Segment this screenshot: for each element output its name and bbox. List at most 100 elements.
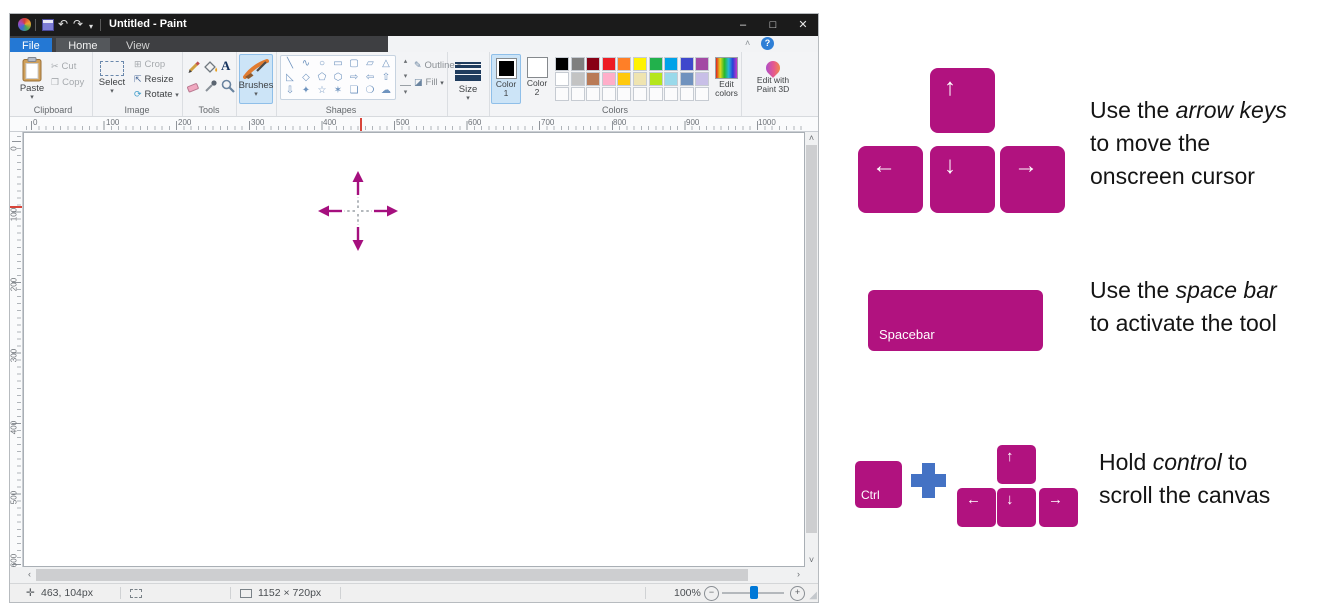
scroll-up-icon[interactable]: ˄ — [805, 132, 818, 145]
help-icon[interactable]: ? — [761, 37, 774, 50]
rotate-button[interactable]: ⟳ Rotate ▾ — [134, 89, 179, 100]
color-swatch-empty[interactable] — [617, 87, 632, 101]
vertical-scrollbar[interactable]: ˄ ˅ — [805, 132, 818, 567]
color-swatch-empty[interactable] — [601, 87, 616, 101]
color-swatch[interactable] — [555, 72, 569, 86]
zoom-slider-thumb[interactable] — [750, 586, 758, 599]
shape-icon[interactable]: ▢ — [346, 57, 362, 71]
fill-tool-button[interactable] — [203, 59, 219, 80]
color-swatch[interactable] — [648, 72, 663, 86]
color-swatch[interactable] — [586, 72, 601, 86]
zoom-slider[interactable] — [722, 586, 784, 599]
zoom-out-button[interactable]: − — [704, 586, 719, 601]
scroll-right-icon[interactable]: › — [792, 568, 805, 581]
shape-icon[interactable]: ☆ — [314, 84, 330, 98]
color1-button[interactable]: Color 1 — [491, 54, 521, 104]
color-swatch-empty[interactable] — [555, 87, 569, 101]
shape-icon[interactable]: ○ — [314, 57, 330, 71]
shape-icon[interactable]: ⇦ — [362, 71, 378, 85]
undo-icon[interactable]: ↶ — [58, 17, 68, 31]
quick-access-dropdown-icon[interactable]: ▾ — [89, 20, 93, 34]
color-swatch[interactable] — [648, 57, 663, 71]
shape-icon[interactable]: ⬠ — [314, 71, 330, 85]
size-button[interactable]: Size ▾ — [451, 54, 485, 104]
shape-icon[interactable]: ◺ — [282, 71, 298, 85]
color-swatch[interactable] — [601, 72, 616, 86]
color-swatch[interactable] — [664, 72, 679, 86]
fill-button[interactable]: ◪ Fill ▾ — [414, 77, 444, 88]
copy-button[interactable]: ❐ Copy — [51, 77, 84, 88]
color-swatch[interactable] — [679, 72, 694, 86]
shapes-scroll-down[interactable]: ▾ — [400, 70, 411, 84]
shape-icon[interactable]: △ — [378, 57, 394, 71]
color-swatch[interactable] — [570, 57, 585, 71]
color-swatch[interactable] — [695, 57, 710, 71]
color-swatch-empty[interactable] — [679, 87, 694, 101]
color-swatch[interactable] — [695, 72, 710, 86]
shape-icon[interactable]: ✶ — [330, 84, 346, 98]
pencil-tool-button[interactable] — [186, 59, 202, 80]
crop-button[interactable]: ⊞ Crop — [134, 59, 165, 70]
minimize-button[interactable]: – — [728, 14, 758, 36]
zoom-in-button[interactable]: + — [790, 586, 805, 601]
scroll-left-icon[interactable]: ‹ — [23, 568, 36, 581]
select-button[interactable]: Select ▾ — [94, 54, 130, 104]
cut-button[interactable]: ✂ Cut — [51, 61, 76, 72]
shape-icon[interactable]: ╲ — [282, 57, 298, 71]
paste-button[interactable]: Paste ▾ — [16, 54, 48, 104]
color-swatch-empty[interactable] — [632, 87, 647, 101]
eyedropper-tool-button[interactable] — [203, 78, 219, 99]
shape-icon[interactable]: ⇩ — [282, 84, 298, 98]
vertical-scroll-thumb[interactable] — [806, 145, 817, 533]
color-swatch-empty[interactable] — [695, 87, 710, 101]
shape-icon[interactable]: ❏ — [346, 84, 362, 98]
color-swatch[interactable] — [617, 57, 632, 71]
color-swatch-empty[interactable] — [586, 87, 601, 101]
shape-icon[interactable]: ❍ — [362, 84, 378, 98]
shape-icon[interactable]: ◇ — [298, 71, 314, 85]
shape-icon[interactable]: ⇨ — [346, 71, 362, 85]
color2-button[interactable]: Color 2 — [522, 54, 552, 104]
shape-icon[interactable]: ▱ — [362, 57, 378, 71]
text-tool-button[interactable]: A — [221, 58, 230, 74]
divider — [645, 587, 646, 599]
cut-icon: ✂ — [51, 61, 59, 71]
shapes-scroll-up[interactable]: ▴ — [400, 55, 411, 69]
redo-icon[interactable]: ↷ — [73, 17, 83, 31]
shape-icon[interactable]: ⬡ — [330, 71, 346, 85]
color-swatch[interactable] — [601, 57, 616, 71]
brushes-button[interactable]: Brushes ▾ — [239, 54, 273, 104]
color-swatch-empty[interactable] — [648, 87, 663, 101]
section-colors: Color 1 Color 2 Edit colors Colors — [489, 52, 742, 116]
scroll-down-icon[interactable]: ˅ — [805, 554, 818, 567]
color-swatch[interactable] — [632, 72, 647, 86]
collapse-ribbon-icon[interactable]: ˄ — [745, 38, 750, 48]
color-swatch[interactable] — [586, 57, 601, 71]
shape-icon[interactable]: ☁ — [378, 84, 394, 98]
paint-window: ↶ ↷ ▾ Untitled - Paint – □ ✕ File Home V… — [10, 14, 818, 602]
color-swatch[interactable] — [632, 57, 647, 71]
color-swatch[interactable] — [664, 57, 679, 71]
close-button[interactable]: ✕ — [788, 14, 818, 36]
color-swatch[interactable] — [555, 57, 569, 71]
shape-icon[interactable]: ⇧ — [378, 71, 394, 85]
shape-icon[interactable]: ✦ — [298, 84, 314, 98]
color-swatch[interactable] — [679, 57, 694, 71]
horizontal-scroll-thumb[interactable] — [36, 569, 748, 581]
horizontal-scrollbar[interactable]: ‹ › — [10, 567, 818, 583]
save-icon[interactable] — [42, 19, 54, 31]
resize-button[interactable]: ⇱ Resize — [134, 74, 174, 85]
magnifier-tool-button[interactable] — [220, 78, 236, 99]
maximize-button[interactable]: □ — [758, 14, 788, 36]
shape-icon[interactable]: ∿ — [298, 57, 314, 71]
color-swatch[interactable] — [617, 72, 632, 86]
color-swatch-empty[interactable] — [664, 87, 679, 101]
shape-icon[interactable]: ▭ — [330, 57, 346, 71]
shapes-more-button[interactable]: ▾ — [400, 85, 411, 100]
eraser-tool-button[interactable] — [186, 78, 202, 99]
edit-with-paint3d-button[interactable]: Edit with Paint 3D — [745, 54, 801, 106]
drawing-canvas[interactable] — [23, 132, 805, 567]
color-swatch-empty[interactable] — [570, 87, 585, 101]
color-swatch[interactable] — [570, 72, 585, 86]
edit-colors-button[interactable]: Edit colors — [713, 54, 740, 104]
